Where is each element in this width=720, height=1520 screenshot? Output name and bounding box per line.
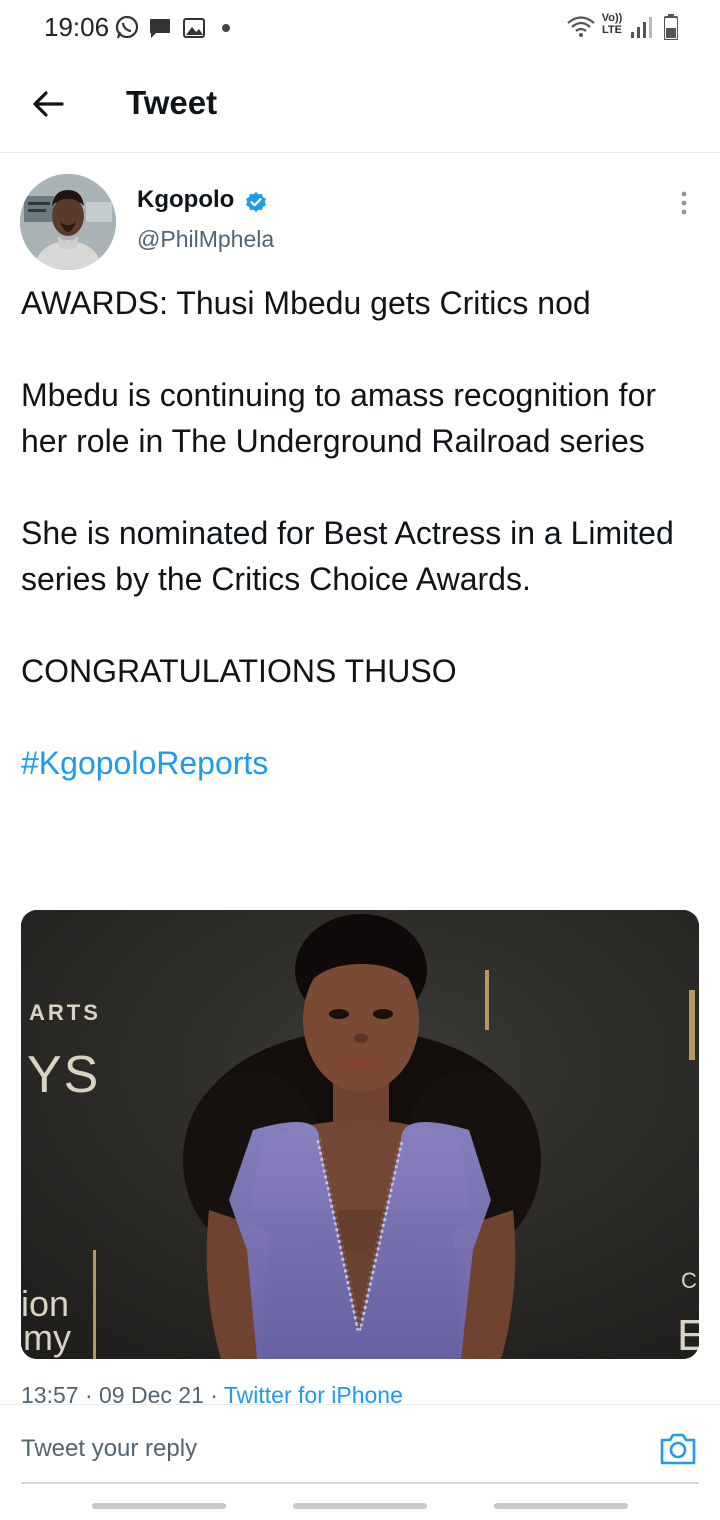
reply-input[interactable]: Tweet your reply xyxy=(21,1435,197,1463)
wifi-icon xyxy=(567,16,595,37)
hashtag-link[interactable]: #KgopoloReports xyxy=(21,740,701,786)
reply-underline xyxy=(21,1482,699,1484)
backdrop-text-arts: ARTS xyxy=(29,1000,101,1025)
tweet-line-headline: AWARDS: Thusi Mbedu gets Critics nod xyxy=(21,285,591,321)
author-handle[interactable]: @PhilMphela xyxy=(137,226,274,253)
battery-icon xyxy=(664,14,678,40)
back-arrow-icon[interactable] xyxy=(30,86,66,122)
gallery-icon xyxy=(183,18,205,38)
volte-icon: Vo)) LTE xyxy=(601,12,623,36)
whatsapp-icon xyxy=(115,15,139,39)
tweet-line-congrats: CONGRATULATIONS THUSO xyxy=(21,653,457,689)
verified-badge-icon xyxy=(246,192,266,212)
more-options-icon[interactable] xyxy=(672,188,696,218)
nav-back-button[interactable] xyxy=(494,1503,628,1509)
backdrop-text-c: C xyxy=(681,1268,697,1293)
tweet-paragraph-recognition: Mbedu is continuing to amass recognition… xyxy=(21,377,657,459)
page-title: Tweet xyxy=(126,84,218,121)
backdrop-text-e: E xyxy=(677,1311,699,1359)
nav-recent-apps-button[interactable] xyxy=(92,1503,226,1509)
avatar[interactable] xyxy=(20,174,116,270)
photo: ARTS YS ion my C E xyxy=(21,910,699,1359)
tweet-text: AWARDS: Thusi Mbedu gets Critics nod Mbe… xyxy=(21,280,701,786)
author-name[interactable]: Kgopolo xyxy=(137,186,234,214)
camera-icon[interactable] xyxy=(658,1429,698,1469)
status-time: 19:06 xyxy=(44,12,110,42)
chat-icon xyxy=(150,19,170,38)
backdrop-text-my: my xyxy=(23,1317,71,1358)
nav-home-button[interactable] xyxy=(293,1503,427,1509)
tweet-paragraph-nomination: She is nominated for Best Actress in a L… xyxy=(21,515,674,597)
avatar-image xyxy=(20,174,116,270)
signal-icon xyxy=(631,17,652,38)
tweet-media-image[interactable]: ARTS YS ion my C E xyxy=(21,910,699,1359)
header: Tweet xyxy=(0,56,720,153)
status-bar: 19:06 Vo)) LTE xyxy=(0,0,720,56)
notification-dot-icon xyxy=(222,24,230,32)
reply-bar: Tweet your reply xyxy=(0,1404,720,1484)
backdrop-text-ys: YS xyxy=(27,1046,100,1104)
